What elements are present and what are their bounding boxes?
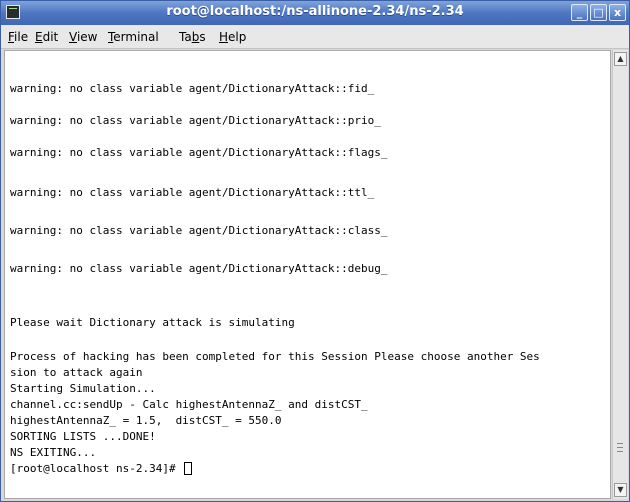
title-bar[interactable]: root@localhost:/ns-allinone-2.34/ns-2.34… — [1, 1, 629, 25]
terminal-app-icon[interactable] — [6, 5, 20, 19]
terminal-output[interactable]: warning: no class variable agent/Diction… — [4, 50, 611, 499]
prompt-line[interactable]: [root@localhost ns-2.34]# — [10, 461, 193, 477]
menu-terminal[interactable]: Terminal — [108, 30, 159, 44]
terminal-line: highestAntennaZ_ = 1.5, distCST_ = 550.0 — [10, 414, 282, 427]
terminal-line: warning: no class variable agent/Diction… — [10, 82, 375, 95]
terminal-line: warning: no class variable agent/Diction… — [10, 262, 388, 275]
scroll-up-icon[interactable]: ▲ — [614, 52, 627, 66]
terminal-line: NS EXITING... — [10, 446, 97, 459]
terminal-line: Please wait Dictionary attack is simulat… — [10, 316, 295, 329]
terminal-line: warning: no class variable agent/Diction… — [10, 146, 388, 159]
terminal-line: channel.cc:sendUp - Calc highestAntennaZ… — [10, 398, 368, 411]
close-button[interactable]: x — [609, 4, 626, 21]
terminal-line: SORTING LISTS ...DONE! — [10, 430, 156, 443]
terminal-window: root@localhost:/ns-allinone-2.34/ns-2.34… — [0, 0, 630, 502]
scroll-down-icon[interactable]: ▼ — [614, 483, 627, 497]
menu-edit[interactable]: Edit — [35, 30, 58, 44]
scroll-thumb-grip-icon[interactable] — [617, 443, 623, 452]
text-cursor — [184, 462, 193, 475]
minimize-button[interactable]: _ — [571, 4, 588, 21]
terminal-line: warning: no class variable agent/Diction… — [10, 224, 388, 237]
menu-view[interactable]: View — [69, 30, 97, 44]
terminal-line: Process of hacking has been completed fo… — [10, 350, 540, 363]
menu-bar: File Edit View Terminal Tabs Help — [1, 25, 629, 49]
terminal-line: sion to attack again — [10, 366, 143, 379]
terminal-line: warning: no class variable agent/Diction… — [10, 186, 375, 199]
vertical-scrollbar[interactable]: ▲ ▼ — [612, 50, 628, 499]
terminal-line: warning: no class variable agent/Diction… — [10, 114, 381, 127]
window-title: root@localhost:/ns-allinone-2.34/ns-2.34 — [166, 4, 464, 19]
terminal-line: Starting Simulation... — [10, 382, 156, 395]
menu-help[interactable]: Help — [219, 30, 246, 44]
menu-file[interactable]: File — [8, 30, 28, 44]
shell-prompt: [root@localhost ns-2.34]# — [10, 462, 183, 475]
maximize-button[interactable]: □ — [590, 4, 607, 21]
menu-tabs[interactable]: Tabs — [179, 30, 206, 44]
